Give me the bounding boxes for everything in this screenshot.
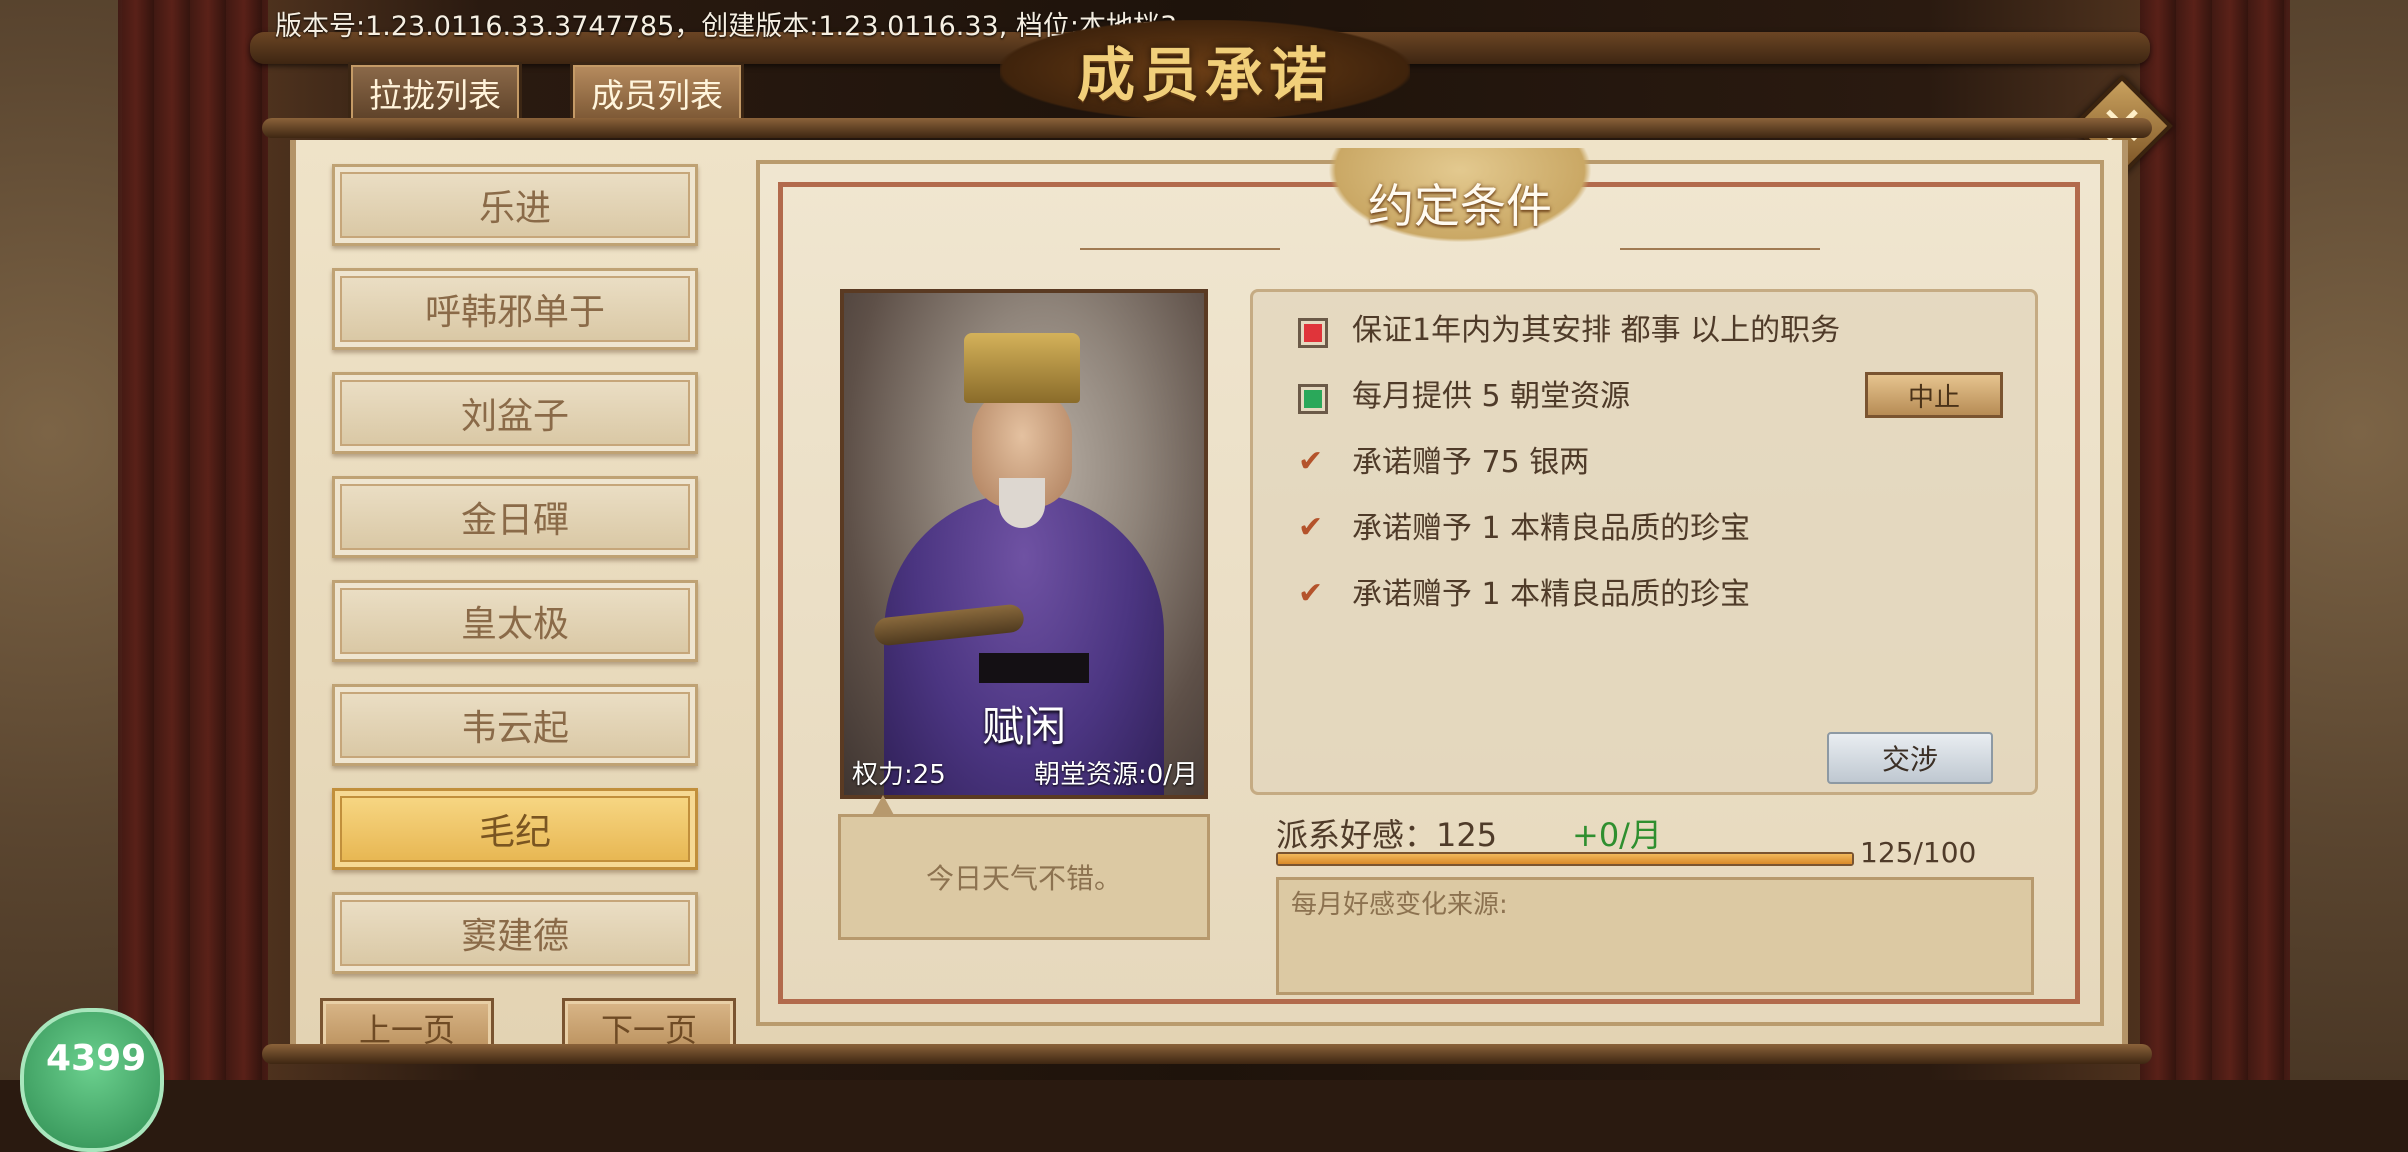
- left-wall: [0, 0, 122, 1080]
- portrait-hat: [964, 333, 1080, 403]
- favor-progress-bar: [1276, 852, 1854, 866]
- member-item[interactable]: 乐进: [332, 164, 698, 246]
- favor-value: 125/100: [1860, 836, 1977, 869]
- member-power: 权力:25: [852, 760, 946, 790]
- member-item[interactable]: 窦建德: [332, 892, 698, 974]
- member-item[interactable]: 金日磾: [332, 476, 698, 558]
- negotiate-button[interactable]: 交涉: [1827, 732, 1993, 784]
- condition-text: 承诺赠予 1 本精良品质的珍宝: [1352, 511, 1751, 546]
- decorative-line-left: [1080, 248, 1280, 250]
- portrait-beard: [999, 478, 1045, 528]
- member-portrait: 赋闲 权力:25 朝堂资源:0/月: [840, 289, 1208, 799]
- green-square-icon: [1298, 384, 1328, 414]
- check-icon: ✔: [1298, 576, 1324, 611]
- condition-row: 每月提供 5 朝堂资源: [1298, 380, 1630, 414]
- condition-row: 保证1年内为其安排 都事 以上的职务: [1298, 314, 1852, 348]
- conditions-banner: 约定条件: [1300, 148, 1620, 258]
- speech-bubble: 今日天气不错。: [838, 795, 1210, 940]
- member-item[interactable]: 呼韩邪单于: [332, 268, 698, 350]
- stop-button[interactable]: 中止: [1865, 372, 2003, 418]
- portrait-sash: [979, 653, 1089, 683]
- badge-text: 4399: [46, 1038, 147, 1079]
- red-square-icon: [1298, 318, 1328, 348]
- main-panel: 乐进 呼韩邪单于 刘盆子 金日磾 皇太极 韦云起 毛纪 窦建德 上一页 下一页 …: [290, 140, 2128, 1058]
- floating-badge[interactable]: 4399: [20, 1008, 164, 1152]
- member-resource: 朝堂资源:0/月: [1033, 760, 1198, 790]
- member-item[interactable]: 皇太极: [332, 580, 698, 662]
- check-icon: ✔: [1298, 510, 1324, 545]
- page-title: 成员承诺: [1076, 41, 1333, 109]
- condition-text: 保证1年内为其安排 都事 以上的职务: [1352, 313, 1841, 348]
- favor-source-label: 每月好感变化来源:: [1291, 890, 1508, 920]
- condition-text: 承诺赠予 75 银两: [1352, 445, 1590, 480]
- condition-text: 承诺赠予 1 本精良品质的珍宝: [1352, 577, 1751, 612]
- faction-favor-label: 派系好感：125: [1276, 816, 1498, 854]
- title-plaque: 成员承诺: [1000, 20, 1410, 120]
- member-item-selected[interactable]: 毛纪: [332, 788, 698, 870]
- panel-bottom-rail: [262, 1044, 2152, 1064]
- condition-row: ✔ 承诺赠予 1 本精良品质的珍宝: [1298, 510, 1751, 546]
- left-curtain: [118, 0, 268, 1080]
- condition-text: 每月提供 5 朝堂资源: [1352, 379, 1631, 414]
- panel-top-rail: [262, 118, 2152, 138]
- favor-source-box: 每月好感变化来源:: [1276, 877, 2034, 995]
- faction-favor-rate: +0/月: [1572, 816, 1662, 854]
- check-icon: ✔: [1298, 444, 1324, 479]
- right-wall: [2286, 0, 2408, 1080]
- favor-progress-fill: [1278, 854, 1852, 864]
- member-item[interactable]: 韦云起: [332, 684, 698, 766]
- conditions-title: 约定条件: [1368, 179, 1552, 233]
- tab-member-list[interactable]: 成员列表: [570, 62, 744, 124]
- tab-recruit-list[interactable]: 拉拢列表: [348, 62, 522, 124]
- agreement-panel: 约定条件 赋闲 权力:25 朝堂资源:0/月 今日天气不错。 保证1年内为其安排…: [756, 148, 2104, 1026]
- member-status: 赋闲: [981, 702, 1066, 751]
- conditions-list: 保证1年内为其安排 都事 以上的职务 每月提供 5 朝堂资源 中止 ✔ 承诺赠予…: [1250, 289, 2038, 795]
- member-list: 乐进 呼韩邪单于 刘盆子 金日磾 皇太极 韦云起 毛纪 窦建德 上一页 下一页: [308, 160, 738, 1058]
- condition-row: ✔ 承诺赠予 75 银两: [1298, 444, 1590, 480]
- member-item[interactable]: 刘盆子: [332, 372, 698, 454]
- decorative-line-right: [1620, 248, 1820, 250]
- condition-row: ✔ 承诺赠予 1 本精良品质的珍宝: [1298, 576, 1751, 612]
